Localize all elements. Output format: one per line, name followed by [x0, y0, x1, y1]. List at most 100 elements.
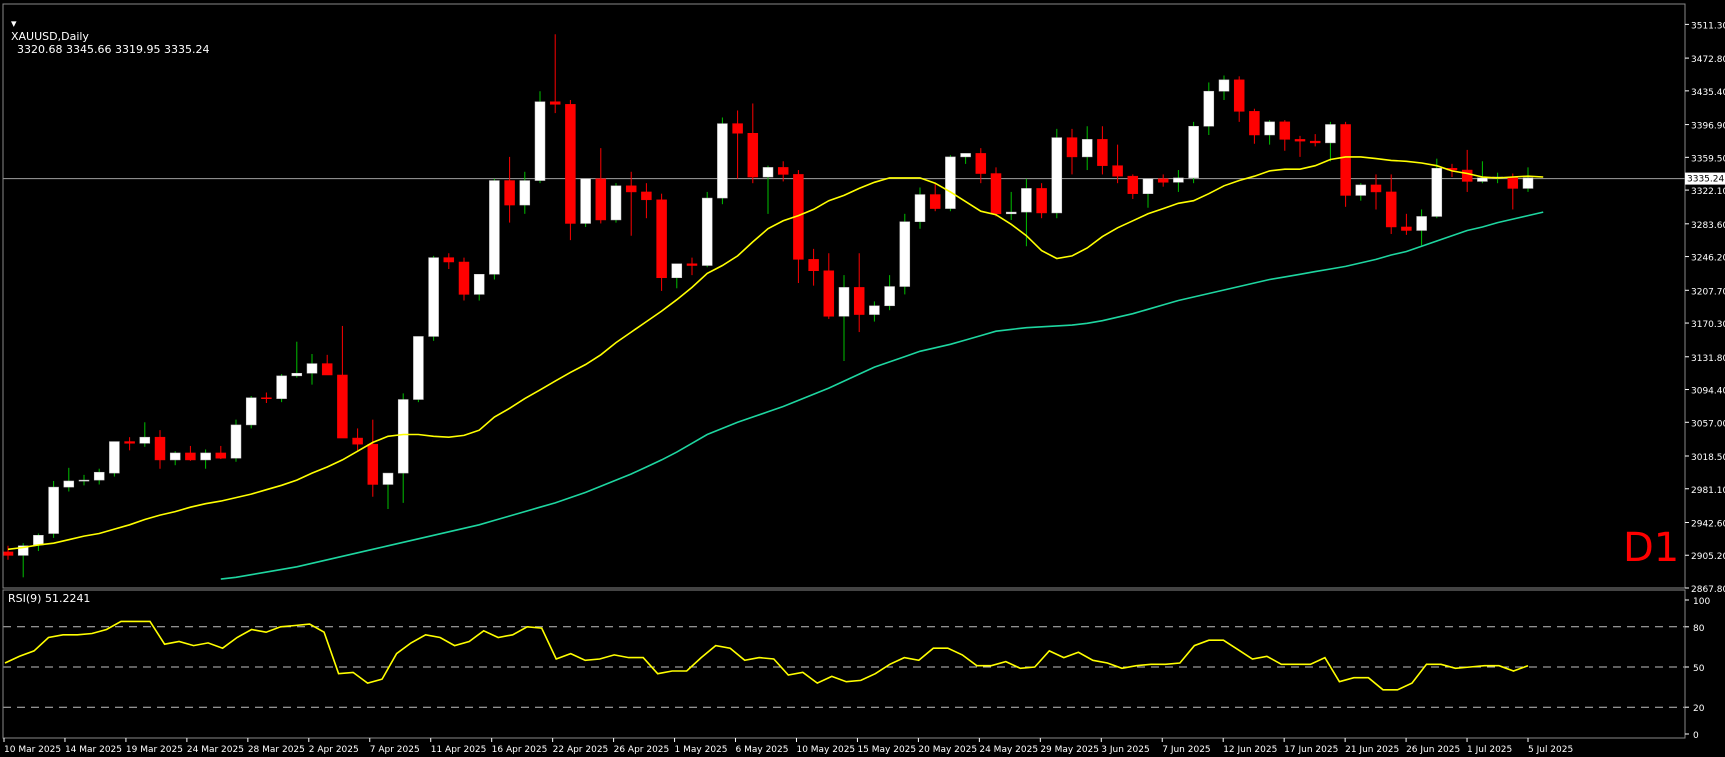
bull-candle	[884, 286, 895, 307]
price-tick-label: 3435.40	[1691, 88, 1725, 98]
bull-candle	[200, 452, 211, 461]
bear-candle	[1279, 121, 1291, 140]
bear-candle	[1249, 111, 1260, 136]
bear-candle	[975, 153, 987, 174]
bear-candle	[1309, 140, 1321, 144]
date-tick-label: 7 Jun 2025	[1162, 745, 1210, 755]
bear-candle	[823, 270, 835, 317]
price-tick-label: 3131.80	[1691, 354, 1725, 364]
bull-candle	[534, 101, 546, 181]
bull-candle	[397, 399, 409, 474]
bear-candle	[321, 363, 333, 376]
bear-candle	[1127, 175, 1139, 194]
bear-candle	[1370, 184, 1382, 193]
bear-candle	[337, 374, 348, 439]
rsi-tick-label: 50	[1693, 664, 1705, 674]
bear-candle	[1461, 169, 1473, 182]
bull-candle	[960, 153, 971, 158]
date-tick-label: 12 Jun 2025	[1223, 745, 1277, 755]
symbol-header[interactable]: ▾ XAUUSD,Daily 3320.68 3345.66 3319.95 3…	[4, 4, 209, 56]
chart-background	[0, 0, 1725, 757]
date-tick-label: 7 Apr 2025	[370, 745, 420, 755]
bull-candle	[291, 372, 303, 377]
rsi-tick-label: 20	[1693, 704, 1705, 714]
price-tick-label: 3359.50	[1691, 154, 1725, 164]
bear-candle	[747, 132, 759, 178]
symbol-label: XAUUSD,Daily	[11, 30, 89, 43]
price-tick-label: 3207.70	[1691, 287, 1725, 297]
bear-candle	[443, 257, 455, 263]
bull-candle	[489, 180, 500, 275]
bear-candle	[1340, 124, 1351, 196]
bull-candle	[169, 452, 181, 461]
bull-candle	[276, 375, 287, 399]
bull-candle	[109, 441, 120, 474]
date-tick-label: 20 May 2025	[918, 745, 977, 755]
bear-candle	[990, 173, 1002, 215]
bull-candle	[701, 197, 713, 266]
bull-candle	[610, 185, 622, 221]
date-tick-label: 14 Mar 2025	[65, 745, 122, 755]
bear-candle	[1112, 165, 1123, 177]
bear-candle	[595, 178, 607, 221]
date-tick-label: 15 May 2025	[857, 745, 916, 755]
bull-candle	[48, 486, 59, 534]
bear-candle	[929, 194, 941, 209]
bull-candle	[1416, 216, 1427, 231]
price-tick-label: 2867.80	[1691, 585, 1725, 595]
current-price-label: 3335.24	[1687, 175, 1724, 185]
bear-candle	[565, 104, 576, 224]
bull-candle	[306, 363, 318, 374]
price-tick-label: 3018.50	[1691, 453, 1725, 463]
bear-candle	[1507, 176, 1519, 189]
bull-candle	[717, 123, 728, 199]
bull-candle	[762, 167, 774, 178]
bear-candle	[656, 199, 667, 279]
bull-candle	[914, 194, 926, 222]
bull-candle	[1218, 79, 1230, 92]
date-tick-label: 19 Mar 2025	[126, 745, 183, 755]
bull-candle	[1355, 184, 1367, 196]
price-tick-label: 3472.80	[1691, 55, 1725, 65]
date-tick-label: 2 Apr 2025	[309, 745, 359, 755]
bull-candle	[671, 263, 683, 279]
chevron-down-icon[interactable]: ▾	[11, 17, 17, 30]
date-tick-label: 1 Jul 2025	[1467, 745, 1512, 755]
bull-candle	[78, 479, 90, 482]
bear-candle	[1157, 178, 1169, 183]
price-tick-label: 3246.20	[1691, 254, 1725, 264]
price-tick-label: 3283.60	[1691, 221, 1725, 231]
bull-candle	[382, 472, 394, 485]
chart-root[interactable]: 3511.30 3472.80 3435.40 3396.90 3359.50 3322.…	[0, 0, 1725, 757]
bull-candle	[1051, 137, 1063, 214]
bull-candle	[869, 305, 880, 315]
date-tick-label: 3 Jun 2025	[1101, 745, 1149, 755]
bear-candle	[367, 443, 379, 485]
date-tick-label: 21 Jun 2025	[1345, 745, 1399, 755]
bear-candle	[1036, 188, 1047, 214]
date-tick-label: 24 Mar 2025	[187, 745, 244, 755]
bull-candle	[1431, 168, 1443, 217]
bear-candle	[549, 101, 561, 105]
date-tick-label: 1 May 2025	[675, 745, 728, 755]
rsi-label: RSI(9) 51.2241	[8, 592, 91, 605]
bear-candle	[1401, 226, 1412, 231]
bear-candle	[1066, 137, 1078, 158]
bear-candle	[2, 551, 14, 556]
rsi-tick-label: 0	[1693, 731, 1699, 741]
bull-candle	[1021, 188, 1032, 213]
bull-candle	[1264, 121, 1275, 136]
bull-candle	[1477, 177, 1488, 182]
bear-candle	[1294, 139, 1306, 142]
bear-candle	[185, 452, 196, 461]
bear-candle	[352, 437, 363, 445]
date-tick-label: 5 Jul 2025	[1528, 745, 1573, 755]
date-tick-label: 10 Mar 2025	[4, 745, 61, 755]
bear-candle	[261, 397, 272, 400]
bull-candle	[1081, 139, 1093, 158]
ohlc-readout: 3320.68 3345.66 3319.95 3335.24	[17, 43, 210, 56]
date-tick-label: 10 May 2025	[796, 745, 855, 755]
bull-candle	[413, 336, 424, 400]
rsi-tick-label: 100	[1693, 597, 1710, 607]
price-tick-label: 2905.20	[1691, 552, 1725, 562]
